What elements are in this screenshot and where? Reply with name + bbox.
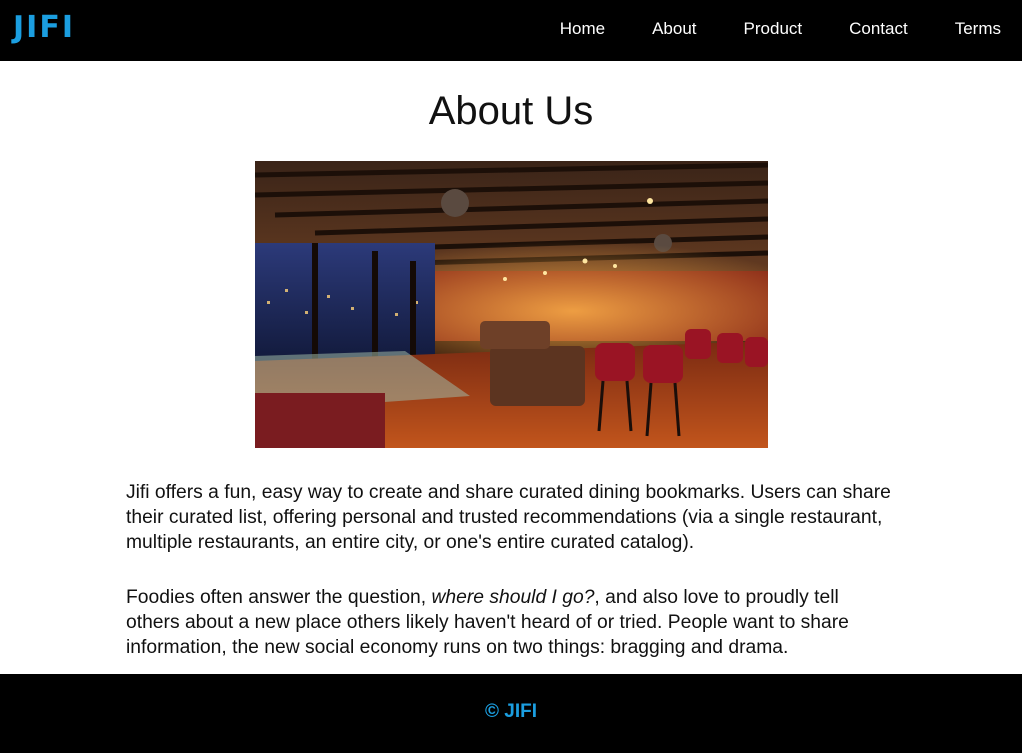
nav-link-about[interactable]: About <box>626 0 717 61</box>
nav-link-contact[interactable]: Contact <box>823 0 929 61</box>
page-title: About Us <box>428 89 594 133</box>
paragraph-2-start: Foodies often answer the question, <box>126 587 432 608</box>
about-paragraph-1: Jifi offers a fun, easy way to create an… <box>126 482 891 553</box>
jifi-logo[interactable]: JIFI <box>13 10 75 46</box>
nav-link-home[interactable]: Home <box>534 0 626 61</box>
main-nav: Home About Product Contact Terms <box>534 0 1022 61</box>
footer-copyright: © JIFI <box>484 701 537 722</box>
nav-link-product[interactable]: Product <box>718 0 824 61</box>
nav-link-terms[interactable]: Terms <box>929 0 1022 61</box>
top-navbar: JIFI Home About Product Contact Terms <box>0 0 1022 61</box>
about-paragraph-2: Foodies often answer the question, where… <box>126 585 896 660</box>
footer: © JIFI <box>0 674 1022 753</box>
restaurant-interior-photo <box>255 161 768 448</box>
paragraph-2-emphasis: where should I go? <box>431 587 595 608</box>
